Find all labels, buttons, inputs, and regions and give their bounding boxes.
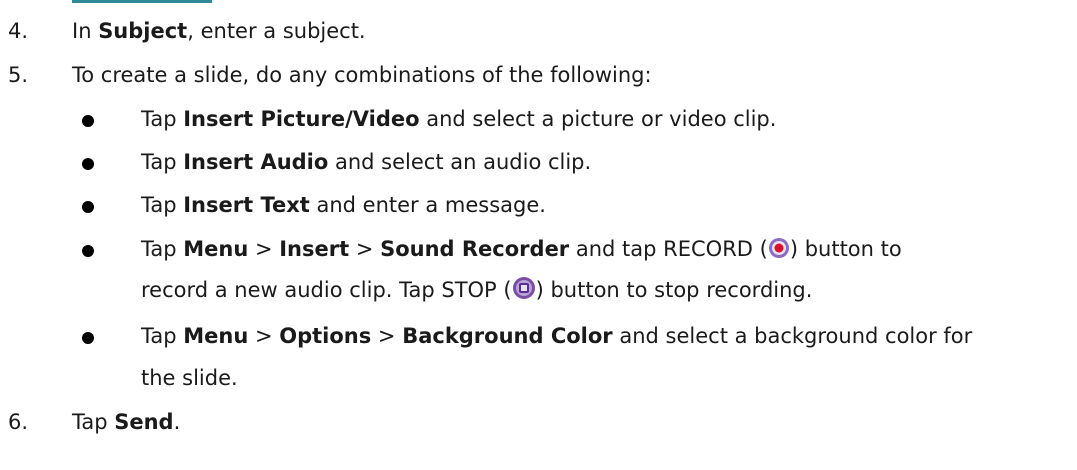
header-rule bbox=[72, 0, 212, 3]
step-4: 4. In Subject, enter a subject. bbox=[8, 19, 366, 43]
step-number: 5. bbox=[8, 63, 29, 87]
step-text: To create a slide, do any combinations o… bbox=[72, 63, 652, 87]
step-5: 5. To create a slide, do any combinations… bbox=[8, 63, 652, 87]
bullet-text: Tap Insert Picture/Video and select a pi… bbox=[141, 107, 777, 131]
step-text: In bbox=[72, 19, 99, 43]
bullet-dot bbox=[82, 115, 94, 127]
bullet-text: Tap Insert Audio and select an audio cli… bbox=[141, 150, 592, 174]
bullet-dot bbox=[82, 201, 94, 213]
bullet-sound-recorder-cont: record a new audio clip. Tap STOP () but… bbox=[141, 276, 812, 305]
step-text: Tap bbox=[72, 410, 115, 434]
bullet-text: Tap Insert Text and enter a message. bbox=[141, 193, 546, 217]
step-text: . bbox=[173, 410, 181, 434]
step-bold: Send bbox=[114, 410, 174, 434]
bullet-text: Tap Menu > Insert > Sound Recorder and t… bbox=[141, 237, 902, 264]
step-text: , enter a subject. bbox=[187, 19, 366, 43]
record-icon bbox=[768, 237, 790, 264]
bullet-background-color-cont: the slide. bbox=[141, 366, 238, 390]
step-number: 4. bbox=[8, 19, 29, 43]
bullet-dot bbox=[82, 332, 94, 344]
bullet-dot bbox=[82, 158, 94, 170]
step-6: 6. Tap Send. bbox=[8, 410, 180, 434]
step-bold: Subject bbox=[98, 19, 188, 43]
bullet-dot bbox=[82, 245, 94, 257]
bullet-text: Tap Menu > Options > Background Color an… bbox=[141, 324, 973, 348]
step-number: 6. bbox=[8, 410, 29, 434]
stop-icon bbox=[512, 276, 536, 305]
